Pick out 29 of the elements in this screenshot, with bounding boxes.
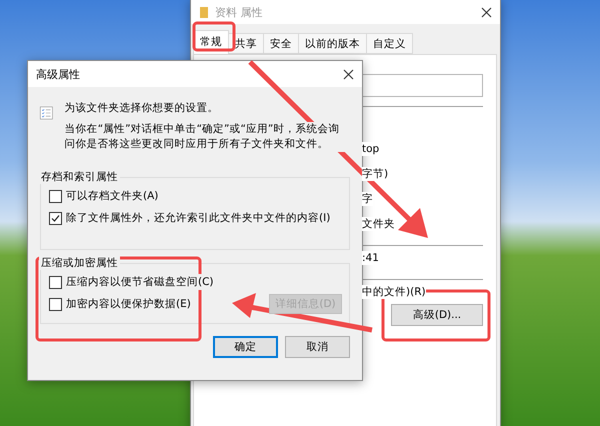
property-text: 文件夹 — [362, 217, 395, 231]
dialog-title: 高级属性 — [36, 66, 81, 82]
checkbox[interactable] — [49, 190, 62, 202]
tab[interactable]: 安全 — [263, 33, 299, 54]
checkbox[interactable] — [49, 298, 62, 310]
dialog-button[interactable]: 取消 — [285, 336, 350, 358]
property-text: top — [362, 142, 380, 156]
checkbox[interactable] — [49, 276, 62, 288]
checkbox[interactable] — [49, 212, 62, 224]
checkbox-option[interactable]: 加密内容以便保护数据(E) — [49, 296, 191, 312]
close-icon[interactable] — [343, 68, 354, 80]
name-field[interactable] — [362, 74, 483, 97]
property-text: 中的文件)(R) — [362, 285, 426, 299]
checkbox-option[interactable]: 压缩内容以便节省磁盘空间(C) — [49, 274, 214, 290]
property-text: :41 — [362, 251, 379, 265]
folder-icon — [199, 6, 209, 18]
tab[interactable]: 以前的版本 — [298, 33, 367, 54]
dialog-button[interactable]: 确定 — [213, 336, 278, 358]
property-text: 字 — [362, 192, 373, 206]
group-title: 压缩或加密属性 — [39, 256, 120, 270]
window-title: 资料 属性 — [215, 4, 264, 20]
group-title: 存档和索引属性 — [39, 170, 120, 184]
checkbox-option[interactable]: 可以存档文件夹(A) — [49, 188, 158, 204]
tab[interactable]: 自定义 — [366, 33, 413, 54]
checkbox-option[interactable]: 除了文件属性外，还允许索引此文件夹中文件的内容(I) — [49, 210, 330, 226]
annotation-box — [192, 22, 236, 52]
close-icon[interactable] — [481, 6, 492, 18]
property-text: 字节) — [362, 167, 388, 181]
advanced-button[interactable]: 高级(D)... — [391, 304, 483, 326]
